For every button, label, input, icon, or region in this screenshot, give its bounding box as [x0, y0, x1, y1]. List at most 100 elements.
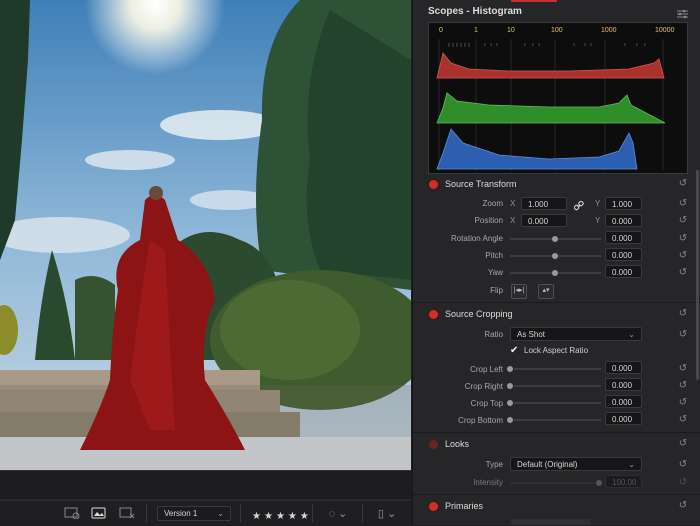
crop-right-slider[interactable]: [514, 385, 601, 387]
ratio-value: As Shot: [517, 330, 546, 339]
section-toggle-dot[interactable]: [429, 501, 438, 511]
reset-icon[interactable]: ↺: [678, 398, 688, 408]
crop-right-field[interactable]: 0.000: [605, 378, 642, 391]
chevron-down-icon: ⌄: [628, 460, 635, 469]
reset-icon[interactable]: ↺: [678, 415, 688, 425]
lock-aspect-checkbox[interactable]: ✔: [510, 346, 519, 356]
separator: [146, 504, 147, 522]
reset-icon[interactable]: ↺: [678, 251, 688, 261]
panel-scrollbar[interactable]: [696, 170, 699, 380]
source-transform-title: Source Transform: [445, 179, 517, 189]
intensity-slider[interactable]: [510, 482, 600, 484]
zoom-x-field[interactable]: 1.000: [521, 197, 567, 210]
slider-handle[interactable]: [507, 383, 513, 389]
reset-icon[interactable]: ↺: [678, 364, 688, 374]
pitch-label: Pitch: [485, 251, 503, 260]
rotation-angle-label: Rotation Angle: [450, 234, 503, 243]
crop-right-label: Crop Right: [464, 382, 503, 391]
reset-icon[interactable]: ↺: [678, 199, 688, 209]
slider-handle[interactable]: [552, 270, 558, 276]
chevron-down-icon: ⌄: [628, 330, 635, 339]
zoom-x-axis-label: X: [510, 199, 516, 208]
rating-stars[interactable]: ★ ★ ★ ★ ★: [252, 506, 312, 524]
reset-icon[interactable]: ↺: [678, 460, 688, 470]
flip-horizontal-button[interactable]: |◂▸|: [511, 284, 527, 299]
look-type-value: Default (Original): [517, 460, 578, 469]
flip-label: Flip: [490, 286, 503, 295]
reset-icon[interactable]: ↺: [678, 309, 688, 319]
crop-top-slider[interactable]: [514, 402, 601, 404]
color-tag-icon[interactable]: ◌ ⌄: [325, 505, 351, 521]
slider-handle[interactable]: [552, 236, 558, 242]
section-toggle-dot[interactable]: [429, 439, 438, 449]
lock-aspect-label: Lock Aspect Ratio: [524, 346, 589, 355]
rotation-angle-field[interactable]: 0.000: [605, 231, 642, 244]
look-type-select[interactable]: Default (Original) ⌄: [510, 457, 642, 471]
looks-title: Looks: [445, 439, 470, 449]
crop-top-field[interactable]: 0.000: [605, 395, 642, 408]
pitch-field[interactable]: 0.000: [605, 248, 642, 261]
primaries-tool-strip: [511, 519, 591, 525]
adjustments-panel: Scopes - Histogram 0 1 10 100 1000 10000: [412, 0, 700, 525]
remove-image-icon[interactable]: [117, 505, 137, 521]
compare-icon[interactable]: [62, 505, 82, 521]
image-viewer[interactable]: [0, 0, 411, 470]
reset-icon[interactable]: ↺: [678, 234, 688, 244]
histogram-plot: [436, 39, 666, 171]
reset-icon[interactable]: ↺: [678, 501, 688, 511]
reset-icon[interactable]: ↺: [678, 330, 688, 340]
photo-preview: [0, 0, 411, 470]
link-icon[interactable]: [573, 198, 584, 216]
source-cropping-header[interactable]: Source Cropping ↺: [413, 304, 700, 324]
reset-icon[interactable]: ↺: [678, 216, 688, 226]
source-cropping-title: Source Cropping: [445, 309, 513, 319]
source-transform-header[interactable]: Source Transform ↺: [413, 174, 700, 194]
slider-handle[interactable]: [507, 400, 513, 406]
position-y-field[interactable]: 0.000: [605, 214, 642, 227]
type-label: Type: [485, 460, 503, 469]
slider-handle[interactable]: [552, 253, 558, 259]
reset-icon[interactable]: ↺: [678, 179, 688, 189]
crop-bottom-field[interactable]: 0.000: [605, 412, 642, 425]
position-x-field[interactable]: 0.000: [521, 214, 567, 227]
slider-handle[interactable]: [507, 417, 513, 423]
chevron-down-icon: ⌄: [217, 509, 224, 518]
position-y-axis-label: Y: [595, 216, 601, 225]
ratio-select[interactable]: As Shot ⌄: [510, 327, 642, 341]
crop-bottom-label: Crop Bottom: [458, 416, 503, 425]
separator: [362, 504, 363, 522]
section-divider: [413, 432, 700, 433]
yaw-field[interactable]: 0.000: [605, 265, 642, 278]
zoom-y-field[interactable]: 1.000: [605, 197, 642, 210]
version-label: Version 1: [164, 509, 198, 518]
flip-vertical-button[interactable]: ▴▾: [538, 284, 554, 299]
separator: [312, 504, 313, 522]
slider-handle[interactable]: [507, 366, 513, 372]
primaries-header[interactable]: Primaries ↺: [413, 496, 700, 516]
section-toggle-dot[interactable]: [429, 179, 438, 189]
crop-top-label: Crop Top: [470, 399, 503, 408]
reset-icon[interactable]: ↺: [678, 381, 688, 391]
looks-header[interactable]: Looks ↺: [413, 434, 700, 454]
version-select[interactable]: Version 1 ⌄: [157, 506, 231, 521]
crop-bottom-slider[interactable]: [514, 419, 601, 421]
section-toggle-dot[interactable]: [429, 309, 438, 319]
scopes-header: Scopes - Histogram: [413, 0, 700, 22]
separator: [240, 504, 241, 522]
viewer-toolbar: Version 1 ⌄ ★ ★ ★ ★ ★ ◌ ⌄ ▯ ⌄: [0, 500, 411, 526]
intensity-field[interactable]: 100.00: [605, 475, 642, 488]
star-icon: ★: [263, 511, 273, 522]
position-x-axis-label: X: [510, 216, 516, 225]
reset-icon[interactable]: ↺: [678, 478, 688, 488]
section-divider: [413, 494, 700, 495]
reset-icon[interactable]: ↺: [678, 268, 688, 278]
reset-icon[interactable]: ↺: [678, 439, 688, 449]
star-icon: ★: [299, 511, 309, 522]
crop-left-field[interactable]: 0.000: [605, 361, 642, 374]
slider-handle[interactable]: [596, 480, 602, 486]
image-icon[interactable]: [89, 505, 109, 521]
star-icon: ★: [287, 511, 297, 522]
histogram-scope: 0 1 10 100 1000 10000: [428, 22, 688, 174]
bookmark-icon[interactable]: ▯ ⌄: [372, 505, 402, 521]
crop-left-slider[interactable]: [514, 368, 601, 370]
